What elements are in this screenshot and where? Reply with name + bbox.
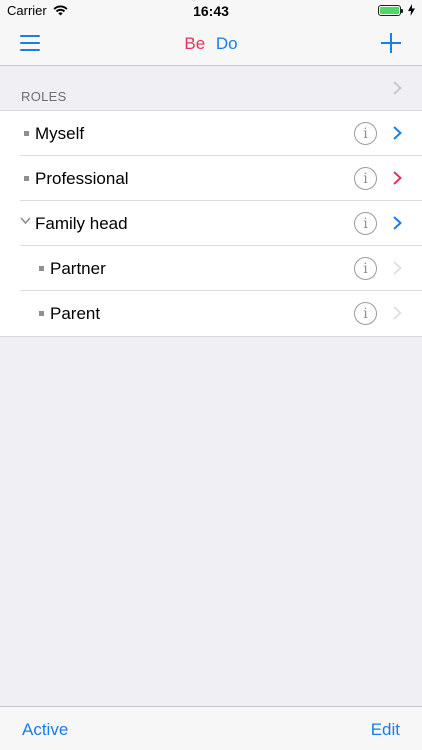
- battery-fill: [380, 6, 399, 14]
- info-icon[interactable]: i: [354, 302, 377, 325]
- navigation-bar: Be Do: [0, 22, 422, 66]
- role-row-parent[interactable]: Parent i: [20, 291, 422, 336]
- status-bar: Carrier 16:43: [0, 0, 422, 22]
- chevron-right-icon[interactable]: [393, 81, 402, 95]
- chevron-right-icon[interactable]: [393, 126, 402, 140]
- chevron-right-icon[interactable]: [393, 171, 402, 185]
- info-icon[interactable]: i: [354, 122, 377, 145]
- chevron-right-icon[interactable]: [393, 261, 402, 275]
- bullet-icon: [39, 266, 44, 271]
- info-icon[interactable]: i: [354, 212, 377, 235]
- bottom-toolbar: Active Edit: [0, 706, 422, 750]
- role-label: Parent: [50, 304, 101, 323]
- nav-title: Be Do: [0, 34, 422, 54]
- role-row-myself[interactable]: Myself i: [20, 111, 422, 156]
- chevron-right-icon[interactable]: [393, 216, 402, 230]
- role-row-family-head[interactable]: Family head i: [20, 201, 422, 246]
- role-row-professional[interactable]: Professional i: [20, 156, 422, 201]
- chevron-down-icon[interactable]: [20, 217, 31, 225]
- status-right: [378, 4, 415, 16]
- role-label: Family head: [35, 214, 128, 233]
- active-button[interactable]: Active: [22, 720, 68, 740]
- plus-icon[interactable]: [380, 32, 402, 54]
- bullet-icon: [24, 131, 29, 136]
- battery-icon: [378, 4, 403, 16]
- status-time: 16:43: [193, 3, 229, 19]
- role-row-partner[interactable]: Partner i: [20, 246, 422, 291]
- roles-list: Myself i Professional i Family head i Pa…: [0, 110, 422, 337]
- role-label: Partner: [50, 259, 106, 278]
- bullet-icon: [39, 311, 44, 316]
- role-label: Myself: [35, 124, 85, 143]
- roles-section-header: ROLES: [0, 66, 422, 110]
- info-icon[interactable]: i: [354, 257, 377, 280]
- info-icon[interactable]: i: [354, 167, 377, 190]
- charging-bolt-icon: [408, 4, 415, 16]
- nav-title-do[interactable]: Do: [216, 34, 238, 53]
- nav-title-be[interactable]: Be: [184, 34, 205, 53]
- chevron-right-icon[interactable]: [393, 306, 402, 320]
- section-title: ROLES: [21, 89, 67, 104]
- bullet-icon: [24, 176, 29, 181]
- edit-button[interactable]: Edit: [371, 720, 400, 740]
- role-label: Professional: [35, 169, 129, 188]
